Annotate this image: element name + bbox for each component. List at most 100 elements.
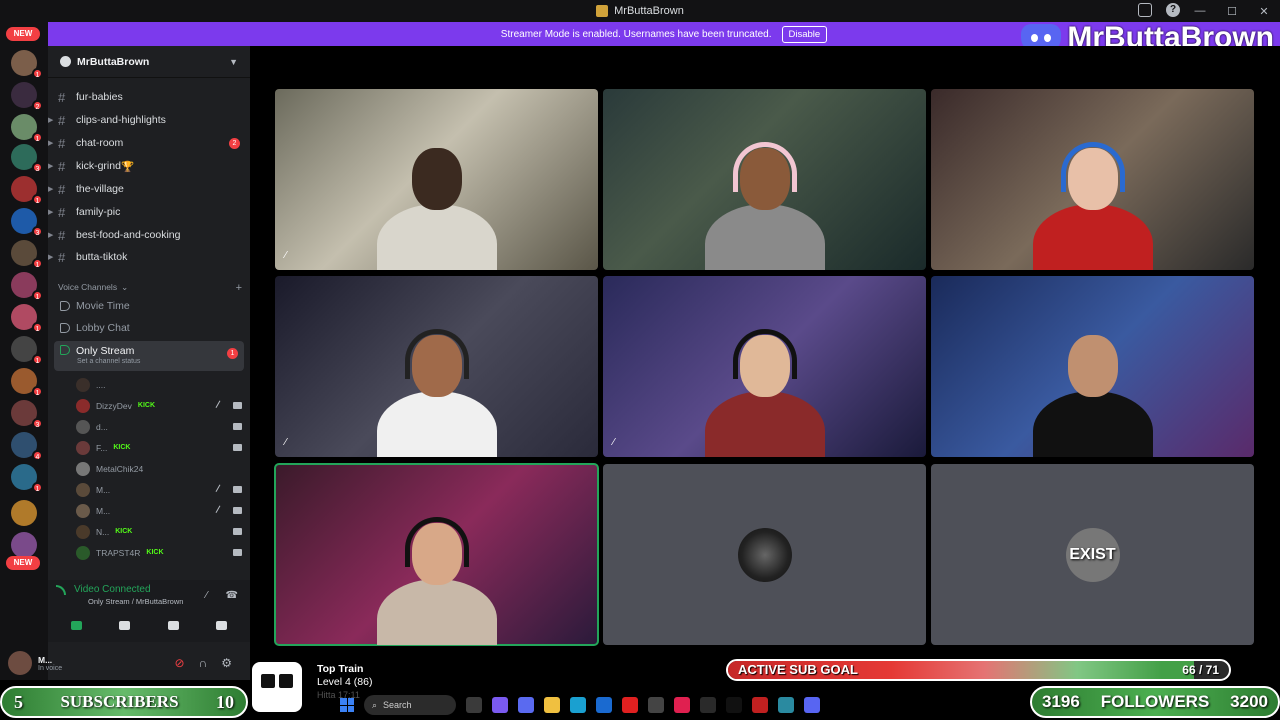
add-channel-icon[interactable]: + <box>236 282 242 294</box>
mic-muted-icon <box>215 484 227 495</box>
hash-icon: # <box>58 181 66 197</box>
channel-item[interactable]: ▶ # chat-room 2 <box>48 132 250 154</box>
video-tile[interactable] <box>931 276 1254 457</box>
taskbar-app-icon[interactable] <box>752 697 768 713</box>
server-icon[interactable]: 1 <box>11 272 43 301</box>
disconnect-icon[interactable]: ☎ <box>226 590 238 601</box>
voice-status[interactable]: Video Connected <box>56 584 151 595</box>
camera-toggle-button[interactable] <box>54 616 98 634</box>
voice-member[interactable]: MetalChik24 <box>76 458 242 479</box>
server-icon[interactable]: 3 <box>11 208 43 237</box>
server-icon[interactable]: 4 <box>11 432 43 461</box>
voice-location[interactable]: Only Stream / MrButtaBrown <box>88 597 183 606</box>
channel-item[interactable]: ▶ # clips-and-highlights <box>48 109 250 131</box>
mic-muted-icon <box>215 400 227 411</box>
kick-badge: KICK <box>137 402 156 409</box>
taskbar-app-icon[interactable] <box>570 697 586 713</box>
voice-member[interactable]: TRAPST4R KICK <box>76 542 242 563</box>
server-icon[interactable]: 1 <box>11 464 43 493</box>
voice-member[interactable]: d... <box>76 416 242 437</box>
server-avatar-icon <box>60 56 71 67</box>
server-icon[interactable]: 1 <box>11 368 43 397</box>
voice-member[interactable]: .... <box>76 374 242 395</box>
server-icon[interactable]: 1 <box>11 240 43 269</box>
taskbar-app-icon[interactable] <box>726 697 742 713</box>
server-header[interactable]: MrButtaBrown ▼ <box>48 46 250 78</box>
taskbar-app-icon[interactable] <box>466 697 482 713</box>
taskbar-app-icon[interactable] <box>700 697 716 713</box>
window-title: MrButtaBrown <box>614 5 684 17</box>
user-panel: M... In voice ⊘ ∩ ⚙ <box>8 648 244 678</box>
server-icon[interactable]: 1 <box>11 114 43 143</box>
voice-channels-header[interactable]: Voice Channels ⌄ + <box>58 282 242 294</box>
soundboard-button[interactable] <box>200 616 244 634</box>
channel-item[interactable]: ▶ # kick-grind 🏆 <box>48 155 250 177</box>
server-icon[interactable]: 1 <box>11 176 43 205</box>
taskbar-search[interactable]: ⌕ Search <box>364 695 456 715</box>
channel-item[interactable]: ▶ # butta-tiktok <box>48 246 250 268</box>
voice-member[interactable]: DizzyDev KICK <box>76 395 242 416</box>
taskbar-app-icon[interactable] <box>804 697 820 713</box>
server-icon[interactable]: 1 <box>11 336 43 365</box>
channel-item[interactable]: # fur-babies <box>48 86 250 108</box>
windows-start-icon[interactable] <box>340 698 354 712</box>
close-icon[interactable]: ✕ <box>1248 0 1280 22</box>
server-icon[interactable] <box>11 500 37 526</box>
avatar <box>737 527 792 582</box>
video-tile[interactable]: ⁄ <box>275 89 598 270</box>
voice-channel-only-stream[interactable]: Only Stream Set a channel status 1 <box>54 341 244 371</box>
titlebar-icons: ? <box>1138 3 1180 17</box>
gear-icon[interactable]: ⚙ <box>221 656 232 670</box>
sub-goal-count: 66 / 71 <box>1182 663 1219 677</box>
voice-member[interactable]: F... KICK <box>76 437 242 458</box>
channel-item[interactable]: ▶ # the-village <box>48 178 250 200</box>
headphones-icon[interactable]: ∩ <box>199 656 208 670</box>
server-icon[interactable] <box>11 532 37 558</box>
server-icon[interactable]: 2 <box>11 82 43 111</box>
video-tile[interactable]: ⁄ <box>275 276 598 457</box>
window-titlebar: MrButtaBrown ? — ☐ ✕ <box>0 0 1280 22</box>
voice-channel-lobby-chat[interactable]: Lobby Chat <box>54 317 244 339</box>
video-tile[interactable] <box>931 89 1254 270</box>
voice-controls <box>54 616 244 634</box>
taskbar-app-icon[interactable] <box>492 697 508 713</box>
channel-status-hint[interactable]: Set a channel status <box>77 358 140 365</box>
video-tile-avatar[interactable] <box>603 464 926 645</box>
expand-arrow-icon: ▶ <box>48 163 54 170</box>
server-icon[interactable]: 3 <box>11 400 43 429</box>
taskbar-app-icon[interactable] <box>544 697 560 713</box>
server-icon[interactable]: 3 <box>11 144 43 173</box>
taskbar-app-icon[interactable] <box>674 697 690 713</box>
taskbar-app-icon[interactable] <box>622 697 638 713</box>
avatar <box>76 398 90 413</box>
video-tile-speaking[interactable] <box>274 463 599 646</box>
voice-channel-movie-time[interactable]: Movie Time <box>54 295 244 317</box>
server-icon[interactable]: 1 <box>11 304 43 333</box>
help-icon[interactable]: ? <box>1166 3 1180 17</box>
mic-muted-icon[interactable]: ⊘ <box>175 656 185 670</box>
minimize-icon[interactable]: — <box>1184 0 1216 22</box>
taskbar-app-icon[interactable] <box>518 697 534 713</box>
taskbar-app-icon[interactable] <box>648 697 664 713</box>
avatar[interactable] <box>8 651 32 675</box>
os-taskbar: ⌕ Search <box>340 692 940 718</box>
voice-member[interactable]: M... <box>76 500 242 521</box>
noise-suppression-icon[interactable]: ⁄ <box>206 590 208 601</box>
voice-member[interactable]: N... KICK <box>76 521 242 542</box>
taskbar-app-icon[interactable] <box>778 697 794 713</box>
channel-item[interactable]: ▶ # family-pic <box>48 201 250 223</box>
video-tile-avatar[interactable]: EXIST <box>931 464 1254 645</box>
server-icon[interactable]: 1 <box>11 50 43 79</box>
disable-button[interactable]: Disable <box>781 25 828 43</box>
channel-item[interactable]: ▶ # best-food-and-cooking <box>48 224 250 246</box>
avatar <box>76 419 90 434</box>
voice-member[interactable]: M... <box>76 479 242 500</box>
video-tile[interactable] <box>603 89 926 270</box>
activities-button[interactable] <box>151 616 195 634</box>
screen-share-button[interactable] <box>103 616 147 634</box>
maximize-icon[interactable]: ☐ <box>1216 0 1248 22</box>
inbox-icon[interactable] <box>1138 3 1152 17</box>
video-tile[interactable]: ⁄ <box>603 276 926 457</box>
taskbar-app-icon[interactable] <box>596 697 612 713</box>
top-train-level: Level 4 (86) <box>317 676 373 688</box>
